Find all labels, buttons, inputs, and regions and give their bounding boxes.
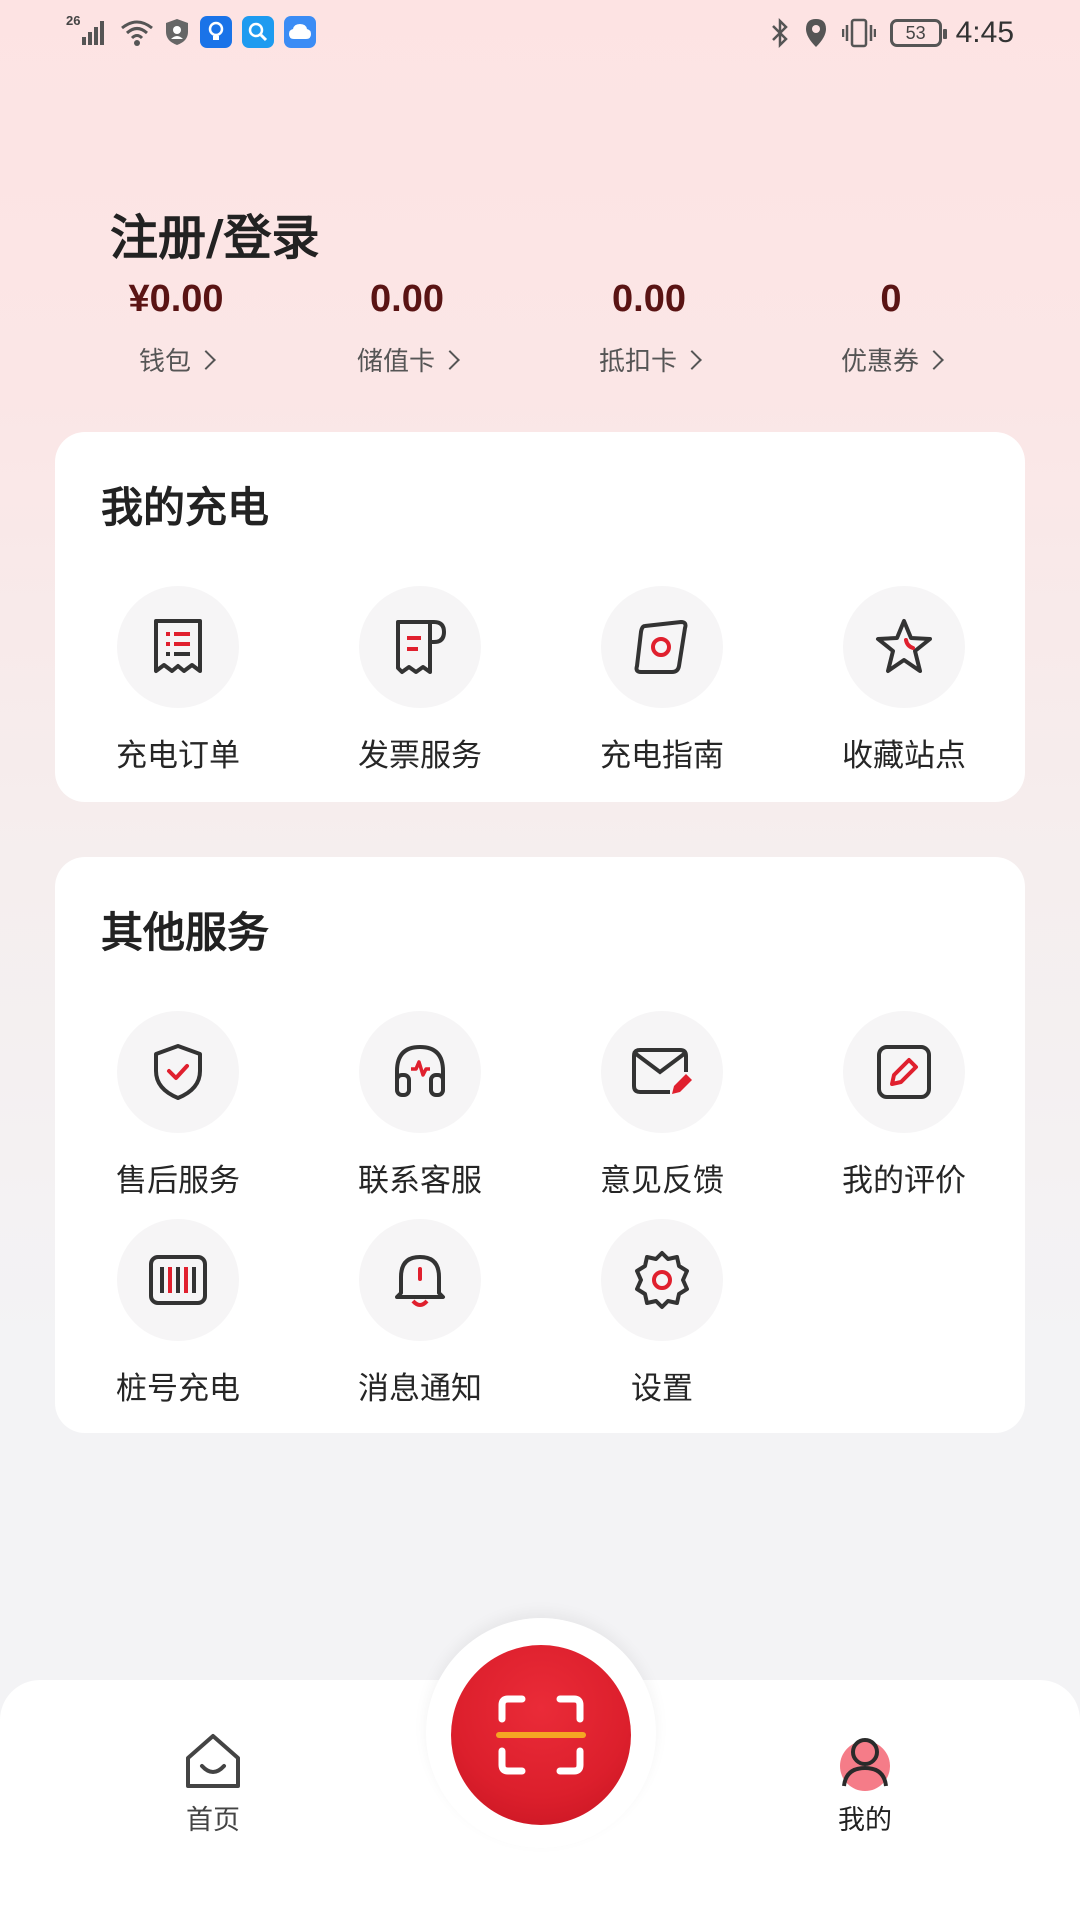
stat-label-text: 储值卡: [356, 347, 435, 377]
icon-circle: [117, 1219, 239, 1341]
invoice-service-button[interactable]: 发票服务: [325, 586, 515, 775]
stat-stored-card[interactable]: 0.00 储值卡: [286, 278, 528, 378]
card-title: 其他服务: [101, 908, 270, 957]
icon-circle: [601, 1219, 723, 1341]
contact-support-button[interactable]: 联系客服: [325, 1011, 515, 1200]
stat-wallet[interactable]: ¥0.00 钱包: [66, 278, 286, 378]
scan-button[interactable]: [451, 1645, 631, 1825]
pile-number-charging-button[interactable]: 桩号充电: [83, 1219, 273, 1408]
status-right: 53 4:45: [770, 16, 1014, 50]
stat-value: ¥0.00: [128, 278, 224, 320]
chevron-right-icon: [682, 349, 702, 370]
item-label: 充电指南: [600, 738, 724, 774]
battery-level: 53: [905, 22, 926, 43]
home-icon: [186, 1734, 240, 1788]
feedback-button[interactable]: 意见反馈: [567, 1011, 757, 1200]
item-label: 设置: [631, 1371, 693, 1407]
stat-value: 0: [880, 278, 902, 320]
item-label: 意见反馈: [600, 1163, 724, 1199]
chevron-right-icon: [924, 349, 944, 370]
favorite-stations-button[interactable]: 收藏站点: [809, 586, 999, 775]
status-bar: 26 53 4:45: [0, 0, 1080, 70]
stat-value: 0.00: [370, 278, 444, 320]
my-reviews-button[interactable]: 我的评价: [809, 1011, 999, 1200]
wifi-icon: [121, 20, 153, 46]
item-label: 收藏站点: [842, 738, 966, 774]
item-label: 发票服务: [358, 738, 482, 774]
location-icon: [805, 19, 826, 47]
user-icon: [840, 1738, 890, 1791]
icon-circle: [359, 586, 481, 708]
gear-icon: [635, 1251, 689, 1309]
item-label: 联系客服: [358, 1163, 482, 1199]
item-label: 售后服务: [116, 1163, 240, 1199]
account-stats: ¥0.00 钱包 0.00 储值卡 0.00 抵扣卡 0 优惠券: [66, 278, 1014, 378]
icon-circle: [117, 1011, 239, 1133]
vpn-shield-icon: [166, 19, 188, 45]
stat-deduction-card[interactable]: 0.00 抵扣卡: [528, 278, 770, 378]
signal-icon: 26: [66, 13, 110, 47]
app-bulb-icon: [200, 16, 232, 48]
item-label: 充电订单: [116, 738, 240, 774]
chevron-right-icon: [196, 349, 216, 370]
charging-guide-button[interactable]: 充电指南: [567, 586, 757, 775]
barcode-icon: [149, 1255, 207, 1305]
icon-circle: [359, 1011, 481, 1133]
clock: 4:45: [955, 16, 1014, 49]
vibrate-icon: [841, 18, 876, 48]
headset-icon: [395, 1044, 445, 1097]
edit-review-icon: [877, 1045, 931, 1099]
stat-label: 钱包: [138, 341, 216, 378]
stat-label: 储值卡: [356, 341, 460, 378]
nav-home[interactable]: 首页: [143, 1730, 283, 1837]
status-left: 26: [66, 13, 316, 48]
item-label: 消息通知: [358, 1371, 482, 1407]
stat-label-text: 抵扣卡: [598, 347, 677, 377]
app-cloud-icon: [284, 16, 316, 48]
icon-circle: [843, 1011, 965, 1133]
after-sales-button[interactable]: 售后服务: [83, 1011, 273, 1200]
order-receipt-icon: [154, 619, 202, 673]
icon-circle: [117, 586, 239, 708]
bluetooth-icon: [771, 17, 788, 49]
stat-label-text: 钱包: [138, 347, 191, 377]
nav-mine[interactable]: 我的: [795, 1730, 935, 1837]
icon-circle: [601, 1011, 723, 1133]
stat-value: 0.00: [612, 278, 686, 320]
charging-orders-button[interactable]: 充电订单: [83, 586, 273, 775]
icon-circle: [359, 1219, 481, 1341]
bell-icon: [395, 1255, 445, 1307]
star-icon: [876, 619, 932, 673]
my-charging-card: 我的充电 充电订单 发票服务 充电指南 收藏站点: [55, 432, 1025, 802]
stat-label: 抵扣卡: [598, 341, 702, 378]
stat-label-text: 优惠券: [840, 347, 919, 377]
card-title: 我的充电: [101, 483, 270, 532]
notifications-button[interactable]: 消息通知: [325, 1219, 515, 1408]
stat-coupon[interactable]: 0 优惠券: [770, 278, 1012, 378]
feedback-mail-icon: [632, 1048, 692, 1094]
stat-label: 优惠券: [840, 341, 944, 378]
item-label: 我的评价: [842, 1163, 966, 1199]
scan-icon: [496, 1695, 586, 1775]
shield-check-icon: [154, 1044, 202, 1100]
other-services-card: 其他服务 售后服务 联系客服 意见反馈 我的评价 桩号充电 消息通知 设置: [55, 857, 1025, 1433]
item-label: 桩号充电: [116, 1371, 240, 1407]
chevron-right-icon: [440, 349, 460, 370]
nav-label: 我的: [838, 1805, 892, 1836]
icon-circle: [843, 586, 965, 708]
nav-label: 首页: [186, 1805, 240, 1836]
app-search-icon: [242, 16, 274, 48]
battery-indicator: 53: [889, 19, 947, 47]
guide-icon: [634, 620, 688, 674]
invoice-icon: [396, 620, 446, 674]
login-register-link[interactable]: 注册/登录: [110, 198, 320, 268]
settings-button[interactable]: 设置: [567, 1219, 757, 1408]
icon-circle: [601, 586, 723, 708]
